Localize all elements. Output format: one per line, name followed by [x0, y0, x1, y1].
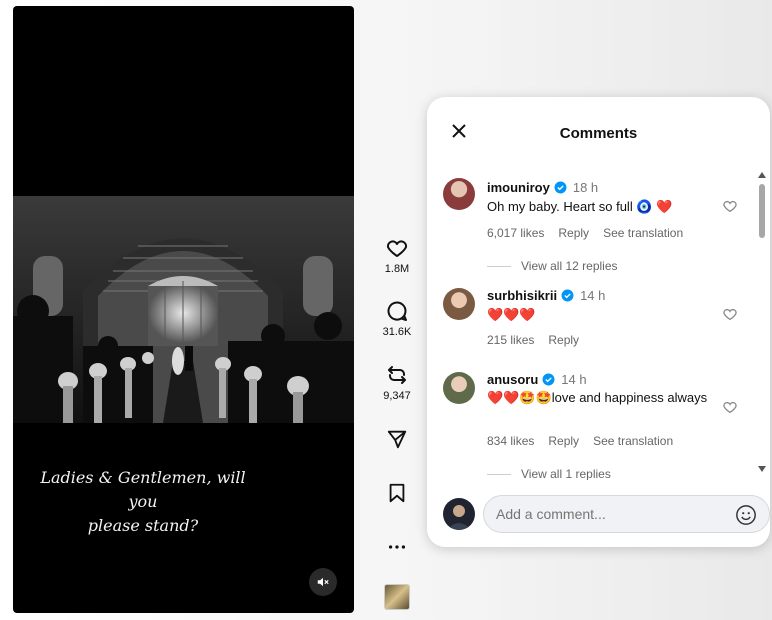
mute-icon — [317, 577, 329, 587]
username-text[interactable]: anusoru — [487, 372, 538, 387]
repost-button[interactable]: 9,347 — [377, 363, 417, 402]
repost-icon — [388, 366, 406, 384]
repost-count: 9,347 — [383, 390, 411, 402]
comment-meta: 834 likes Reply See translation — [487, 434, 673, 448]
username-text[interactable]: surbhisikrii — [487, 288, 557, 303]
like-count[interactable]: 215 likes — [487, 333, 534, 347]
share-button[interactable] — [377, 428, 417, 450]
like-count: 1.8M — [384, 263, 410, 275]
comment-username[interactable]: anusoru 14 h — [487, 372, 587, 387]
verified-icon — [561, 289, 574, 302]
audio-thumbnail[interactable] — [384, 584, 410, 610]
view-replies-link[interactable]: View all 12 replies — [487, 259, 618, 273]
panel-title: Comments — [559, 125, 638, 142]
more-icon — [388, 545, 406, 549]
like-button[interactable]: 1.8M — [377, 236, 417, 275]
comment-text: Oh my baby. Heart so full 🧿 ❤️ — [487, 199, 673, 214]
video-caption: Ladies & Gentlemen, will you please stan… — [33, 466, 253, 538]
avatar[interactable] — [443, 372, 475, 404]
heart-icon[interactable] — [722, 306, 738, 322]
scroll-thumb[interactable] — [759, 184, 765, 238]
comments-scrollbar[interactable] — [757, 172, 767, 472]
comment-text: ❤️❤️❤️ — [487, 307, 536, 322]
like-count[interactable]: 834 likes — [487, 434, 534, 448]
comment-composer — [427, 492, 770, 537]
verified-icon — [554, 181, 567, 194]
comment-time: 14 h — [561, 372, 587, 387]
scroll-up-arrow[interactable] — [758, 172, 766, 178]
comment-username[interactable]: imouniroy 18 h — [487, 180, 598, 195]
see-translation-link[interactable]: See translation — [593, 434, 673, 448]
comment-count: 31.6K — [382, 326, 412, 338]
see-translation-link[interactable]: See translation — [603, 226, 683, 240]
wedding-photo — [13, 196, 354, 423]
comment-input-wrapper — [483, 495, 770, 533]
bookmark-icon — [389, 483, 405, 503]
share-icon — [387, 430, 407, 449]
reel-video[interactable]: Ladies & Gentlemen, will you please stan… — [13, 6, 354, 613]
comment-time: 14 h — [580, 288, 606, 303]
emoji-icon[interactable] — [735, 504, 757, 526]
reply-link[interactable]: Reply — [558, 226, 589, 240]
comments-panel: Comments imouniroy 18 h Oh my baby. Hear… — [427, 97, 770, 547]
current-user-avatar — [443, 498, 475, 530]
comment-username[interactable]: surbhisikrii 14 h — [487, 288, 605, 303]
save-button[interactable] — [377, 482, 417, 504]
caption-line-1: Ladies & Gentlemen, will you — [40, 468, 246, 511]
comment-list[interactable]: imouniroy 18 h Oh my baby. Heart so full… — [427, 172, 757, 480]
heart-icon[interactable] — [722, 399, 738, 415]
heart-icon — [386, 240, 408, 257]
comment-icon — [387, 301, 407, 321]
reply-link[interactable]: Reply — [548, 434, 579, 448]
username-text[interactable]: imouniroy — [487, 180, 550, 195]
view-replies-text[interactable]: View all 12 replies — [521, 259, 618, 273]
view-replies-text[interactable]: View all 1 replies — [521, 467, 611, 480]
caption-line-2: please stand? — [87, 516, 199, 535]
verified-icon — [542, 373, 555, 386]
comment-button[interactable]: 31.6K — [377, 299, 417, 338]
reply-link[interactable]: Reply — [548, 333, 579, 347]
mute-button[interactable] — [309, 568, 337, 596]
comment-input[interactable] — [484, 496, 704, 532]
scroll-down-arrow[interactable] — [758, 466, 766, 472]
avatar[interactable] — [443, 288, 475, 320]
heart-icon[interactable] — [722, 198, 738, 214]
avatar[interactable] — [443, 178, 475, 210]
comment-meta: 215 likes Reply — [487, 333, 579, 347]
comment-meta: 6,017 likes Reply See translation — [487, 226, 683, 240]
comment-time: 18 h — [572, 180, 599, 195]
more-button[interactable] — [377, 536, 417, 558]
comment-text: ❤️❤️🤩🤩love and happiness always — [487, 390, 708, 405]
view-replies-link[interactable]: View all 1 replies — [487, 467, 611, 480]
like-count[interactable]: 6,017 likes — [487, 226, 544, 240]
